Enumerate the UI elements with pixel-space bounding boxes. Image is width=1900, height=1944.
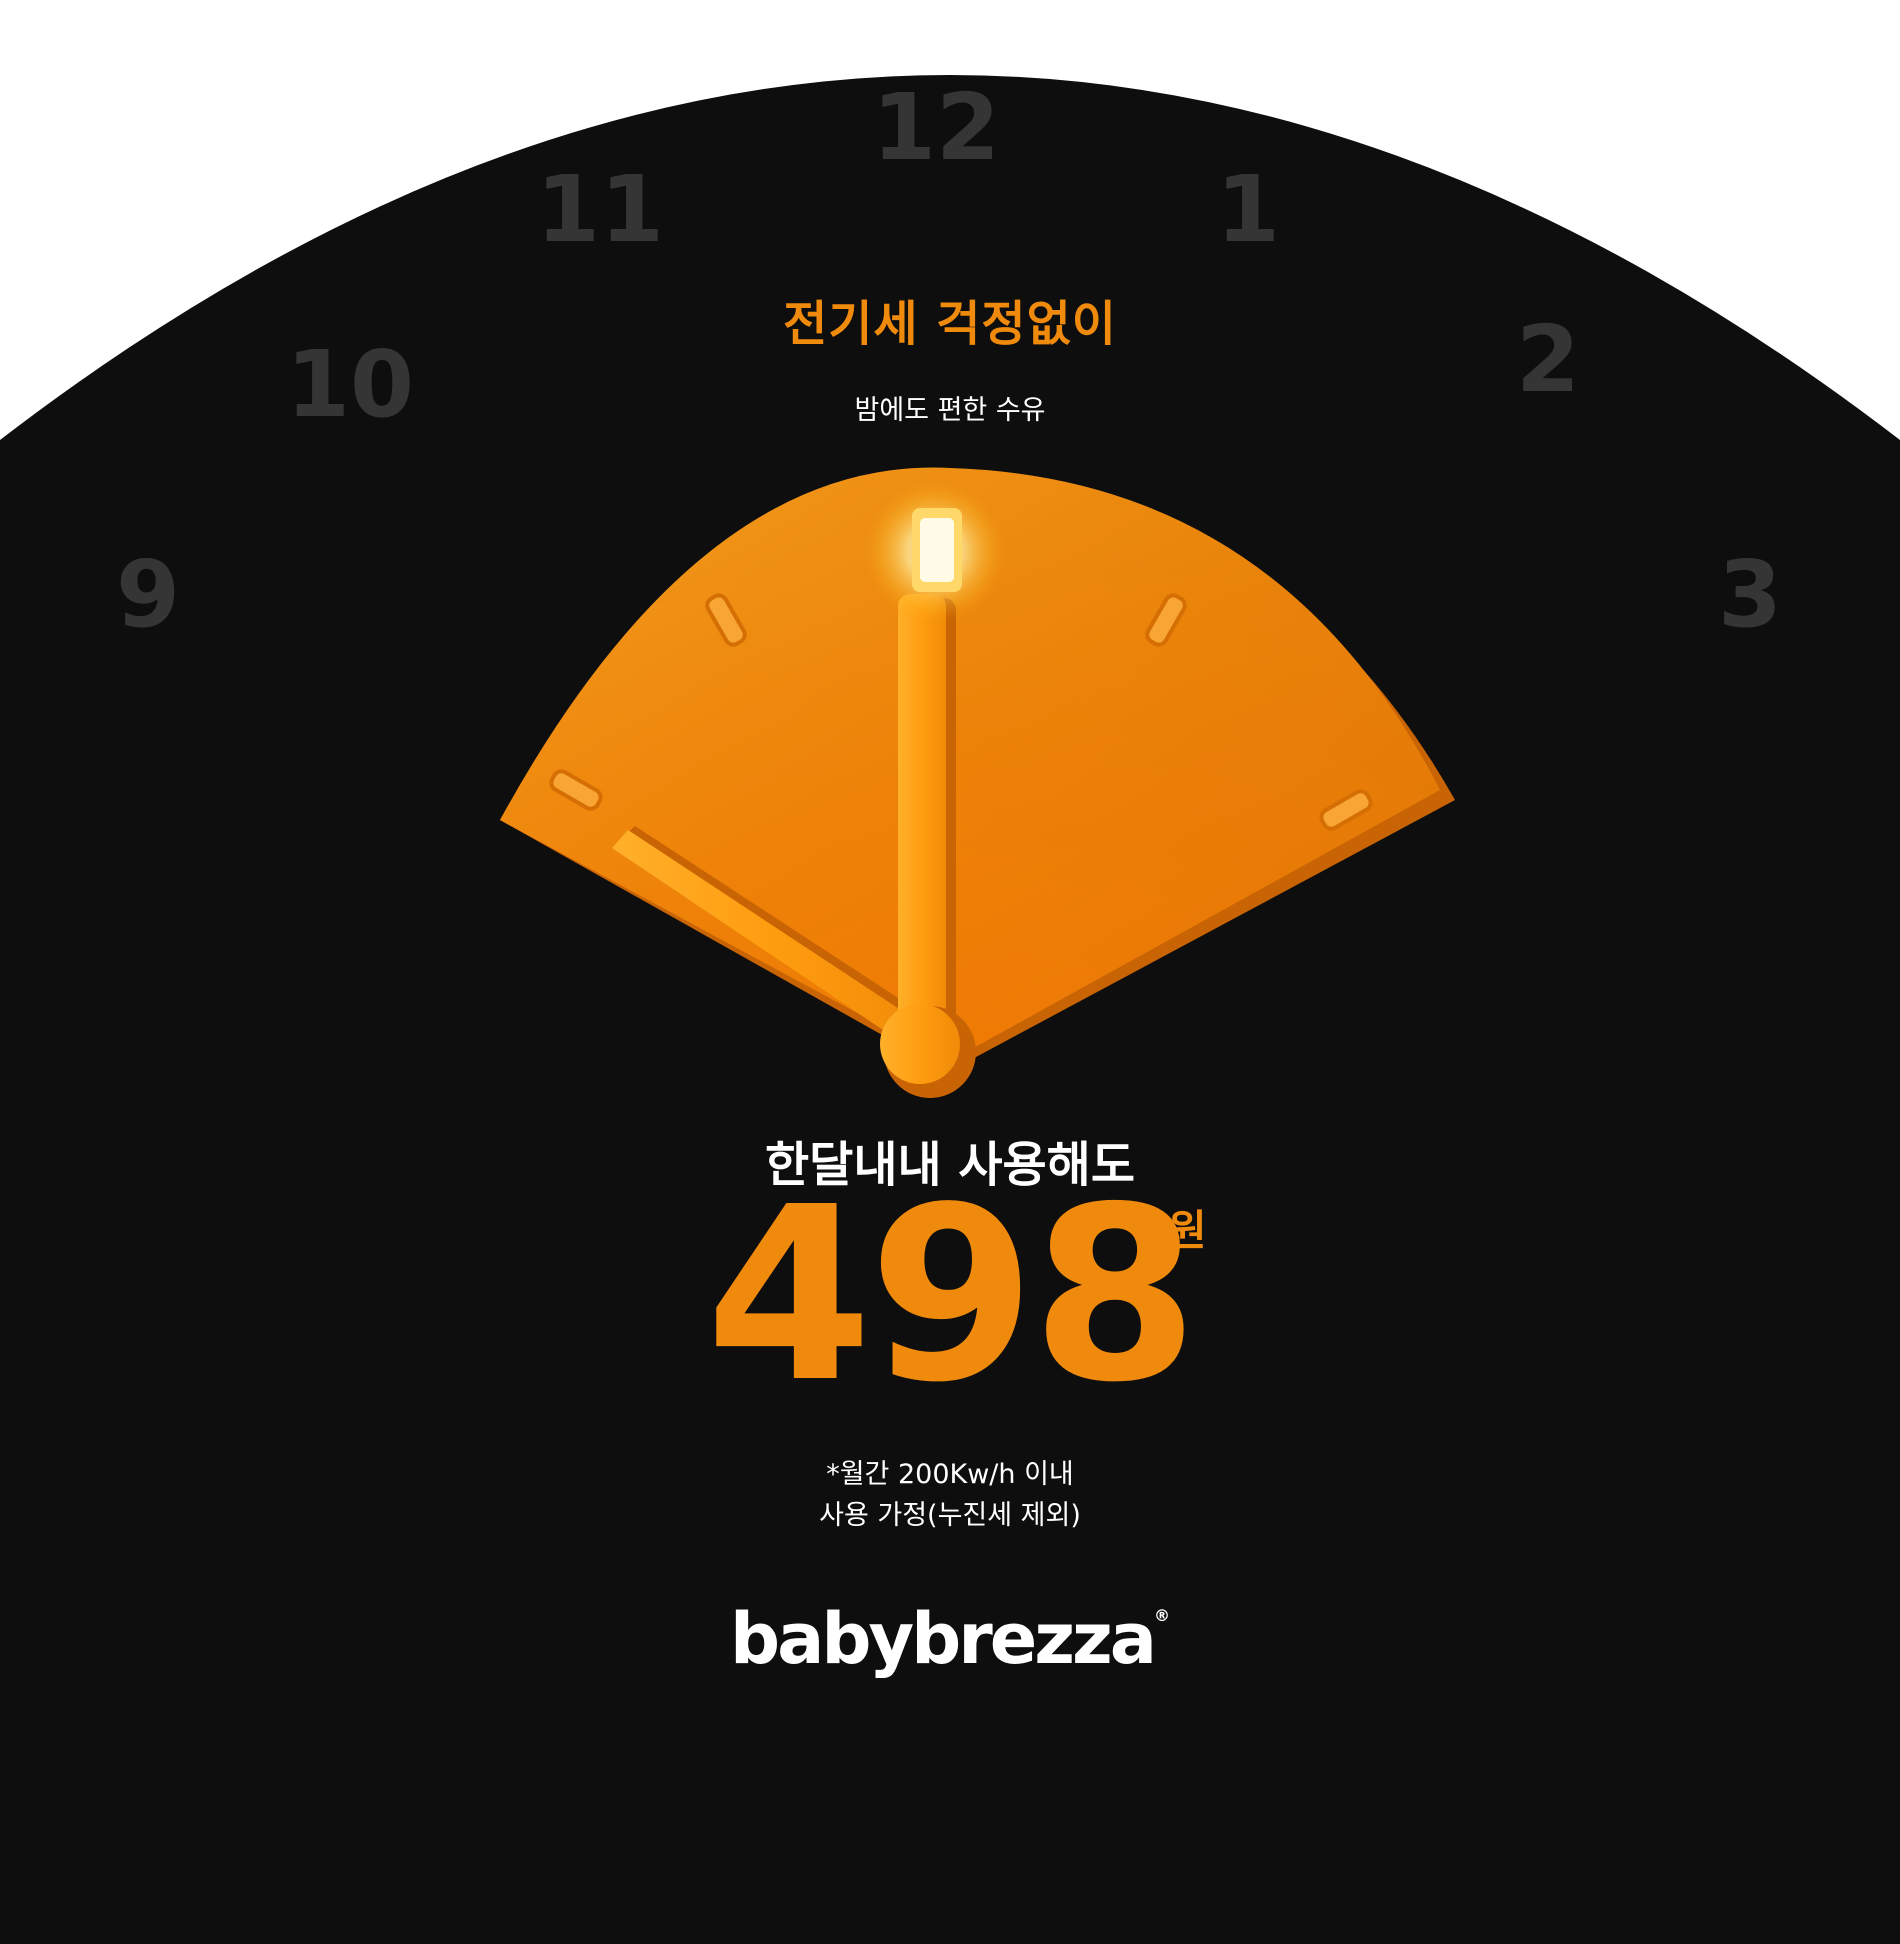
promo-banner: 9 10 11 12 1 2 3 전기세 걱정없이 밤에도 편한 수유 한달내내…: [0, 0, 1900, 1944]
dial-numeral-10: 10: [285, 331, 415, 438]
headline-title: 전기세 걱정없이: [783, 296, 1117, 352]
dial-numeral-2: 2: [1515, 306, 1581, 413]
minute-hand: [898, 594, 956, 1038]
dial-numeral-12: 12: [871, 74, 1001, 181]
price-block: 498 원: [0, 1175, 1900, 1445]
registered-mark: ®: [1153, 1606, 1170, 1625]
headline-subtitle: 밤에도 편한 수유: [854, 395, 1046, 426]
glowing-tip-icon: [865, 482, 1005, 622]
usage-note-line1: *월간 200Kw/h 이내: [826, 1459, 1074, 1490]
price-value: 498: [705, 1155, 1199, 1435]
price-unit: 원: [1168, 1206, 1207, 1255]
brand-logo: babybrezza®: [730, 1598, 1170, 1680]
dial-numeral-3: 3: [1717, 541, 1783, 648]
dial-numeral-11: 11: [535, 156, 665, 263]
dial-numeral-9: 9: [115, 541, 181, 648]
usage-note-line2: 사용 가정(누진세 제외): [819, 1500, 1081, 1531]
dial-numeral-1: 1: [1215, 156, 1281, 263]
brand-logo-text: babybrezza: [730, 1598, 1157, 1680]
